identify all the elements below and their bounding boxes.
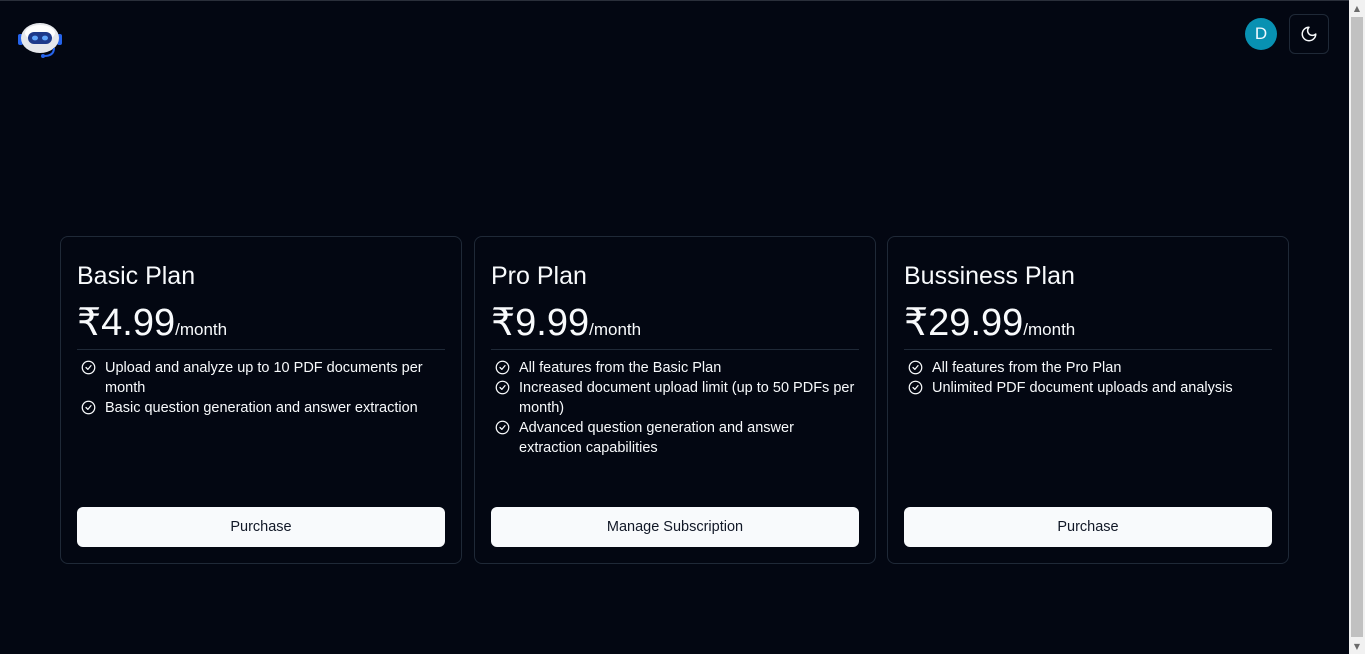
feature-text: Advanced question generation and answer …	[519, 420, 794, 456]
theme-toggle-button[interactable]	[1289, 14, 1329, 54]
feature-list: Upload and analyze up to 10 PDF document…	[77, 358, 445, 418]
feature-text: Unlimited PDF document uploads and analy…	[932, 380, 1233, 396]
feature-item: All features from the Basic Plan	[491, 358, 859, 378]
avatar-initial: D	[1254, 24, 1268, 43]
feature-item: Upload and analyze up to 10 PDF document…	[77, 358, 445, 398]
manage-subscription-button[interactable]: Manage Subscription	[491, 507, 859, 547]
window-top-border	[0, 0, 1349, 1]
scrollbar-thumb[interactable]	[1351, 17, 1363, 637]
check-circle-icon	[81, 400, 96, 415]
plan-price: ₹4.99/month	[77, 300, 227, 345]
vertical-scrollbar[interactable]: ▲ ▼	[1349, 0, 1365, 654]
price-period: /month	[175, 320, 228, 339]
check-circle-icon	[81, 360, 96, 375]
divider	[904, 349, 1272, 350]
plan-card-pro: Pro Plan ₹9.99/month All features from t…	[474, 236, 876, 564]
feature-item: Advanced question generation and answer …	[491, 418, 859, 458]
plan-price: ₹29.99/month	[904, 300, 1075, 345]
feature-text: Upload and analyze up to 10 PDF document…	[105, 360, 423, 396]
check-circle-icon	[908, 380, 923, 395]
user-avatar[interactable]: D	[1245, 18, 1277, 50]
check-circle-icon	[908, 360, 923, 375]
feature-text: All features from the Pro Plan	[932, 360, 1122, 376]
moon-icon	[1301, 26, 1317, 42]
plan-title: Pro Plan	[491, 262, 587, 290]
feature-item: Unlimited PDF document uploads and analy…	[904, 378, 1272, 398]
divider	[77, 349, 445, 350]
plan-price: ₹9.99/month	[491, 300, 641, 345]
price-amount: ₹9.99	[491, 302, 590, 344]
feature-text: Basic question generation and answer ext…	[105, 400, 418, 416]
plan-card-business: Bussiness Plan ₹29.99/month All features…	[887, 236, 1289, 564]
check-circle-icon	[495, 420, 510, 435]
feature-text: Increased document upload limit (up to 5…	[519, 380, 855, 416]
feature-item: All features from the Pro Plan	[904, 358, 1272, 378]
plan-card-basic: Basic Plan ₹4.99/month Upload and analyz…	[60, 236, 462, 564]
feature-list: All features from the Basic Plan Increas…	[491, 358, 859, 458]
feature-text: All features from the Basic Plan	[519, 360, 722, 376]
purchase-button[interactable]: Purchase	[904, 507, 1272, 547]
plan-title: Bussiness Plan	[904, 262, 1075, 290]
price-period: /month	[1023, 320, 1076, 339]
robot-logo-icon[interactable]	[18, 21, 62, 59]
price-amount: ₹29.99	[904, 302, 1024, 344]
purchase-button[interactable]: Purchase	[77, 507, 445, 547]
feature-list: All features from the Pro Plan Unlimited…	[904, 358, 1272, 398]
feature-item: Increased document upload limit (up to 5…	[491, 378, 859, 418]
plan-title: Basic Plan	[77, 262, 196, 290]
price-amount: ₹4.99	[77, 302, 176, 344]
feature-item: Basic question generation and answer ext…	[77, 398, 445, 418]
price-period: /month	[589, 320, 642, 339]
check-circle-icon	[495, 360, 510, 375]
scroll-up-arrow-icon[interactable]: ▲	[1349, 0, 1365, 16]
divider	[491, 349, 859, 350]
check-circle-icon	[495, 380, 510, 395]
scroll-down-arrow-icon[interactable]: ▼	[1349, 638, 1365, 654]
